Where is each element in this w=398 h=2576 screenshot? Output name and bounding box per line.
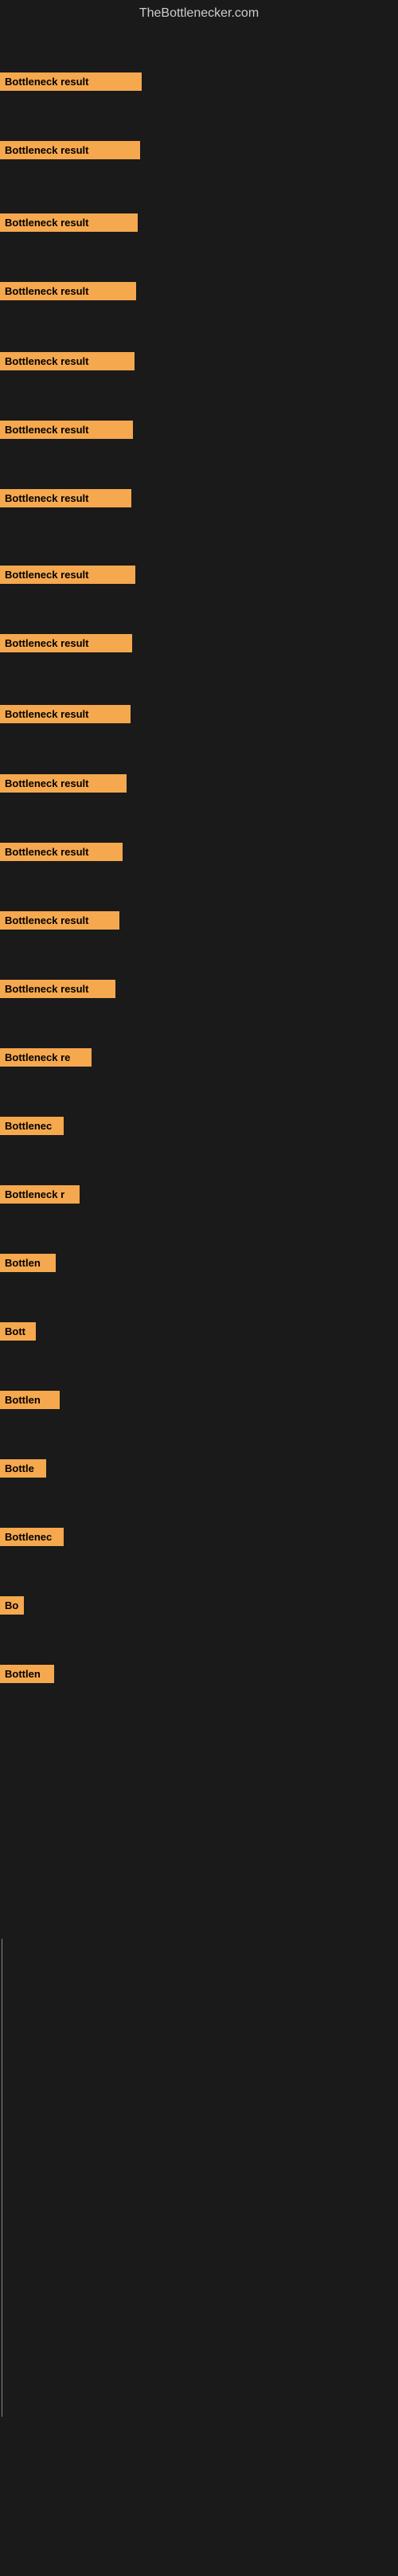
bottleneck-result-item: Bottleneck result [0,980,115,998]
bottleneck-result-item: Bottleneck result [0,634,132,652]
bottleneck-result-item: Bottleneck re [0,1048,92,1067]
bottleneck-result-item: Bottle [0,1459,46,1478]
bottleneck-result-item: Bottlenec [0,1528,64,1546]
bottleneck-result-item: Bottleneck result [0,489,131,507]
bottleneck-result-item: Bottleneck result [0,352,135,370]
bottleneck-result-item: Bottleneck result [0,774,127,793]
bottleneck-result-item: Bottleneck result [0,843,123,861]
bottleneck-result-item: Bottleneck result [0,141,140,159]
bottleneck-result-item: Bo [0,1596,24,1615]
bottleneck-result-item: Bottlen [0,1391,60,1409]
bottleneck-result-item: Bottlenec [0,1117,64,1135]
site-title: TheBottlenecker.com [0,0,398,27]
bottleneck-result-item: Bottleneck r [0,1185,80,1204]
bottleneck-result-item: Bottleneck result [0,282,136,300]
bottleneck-result-item: Bottleneck result [0,213,138,232]
bottleneck-result-item: Bottleneck result [0,566,135,584]
bottleneck-result-item: Bott [0,1322,36,1341]
bottleneck-result-item: Bottleneck result [0,911,119,930]
bottleneck-result-item: Bottlen [0,1665,54,1683]
bottleneck-result-item: Bottleneck result [0,705,131,723]
bottleneck-result-item: Bottlen [0,1254,56,1272]
bottleneck-result-item: Bottleneck result [0,72,142,91]
bottleneck-result-item: Bottleneck result [0,421,133,439]
